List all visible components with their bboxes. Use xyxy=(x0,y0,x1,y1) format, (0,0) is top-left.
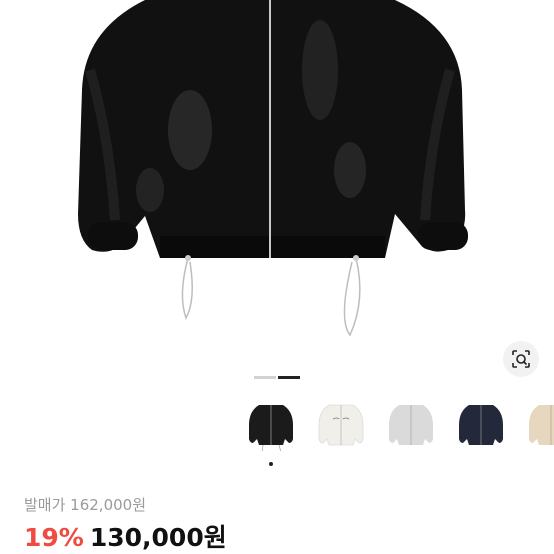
jacket-thumb-icon xyxy=(459,405,503,445)
gallery-indicator-segment-active xyxy=(278,376,300,379)
selected-thumb-dot xyxy=(269,462,273,466)
gallery-indicator xyxy=(254,376,300,379)
price-row: 19% 130,000원 xyxy=(24,518,227,554)
jacket-thumb-icon xyxy=(318,404,364,446)
product-main-image[interactable] xyxy=(0,0,554,372)
image-search-button[interactable] xyxy=(503,341,539,377)
black-windbreaker-jacket-icon xyxy=(78,0,468,337)
discount-rate: 19% xyxy=(24,523,84,552)
color-thumb-beige[interactable] xyxy=(522,396,554,454)
sale-price: 130,000원 xyxy=(89,523,227,552)
color-variant-list xyxy=(242,396,554,466)
jacket-thumb-icon xyxy=(529,405,554,445)
gallery-indicator-segment xyxy=(254,376,276,379)
retail-price: 발매가 162,000원 xyxy=(24,496,146,514)
color-thumb-navy[interactable] xyxy=(452,396,510,454)
image-search-icon xyxy=(512,350,530,368)
color-thumb-light-gray[interactable] xyxy=(382,396,440,454)
color-thumb-black[interactable] xyxy=(242,396,300,466)
jacket-thumb-icon xyxy=(249,405,293,451)
color-thumb-ivory[interactable] xyxy=(312,396,370,454)
jacket-thumb-icon xyxy=(389,405,433,445)
